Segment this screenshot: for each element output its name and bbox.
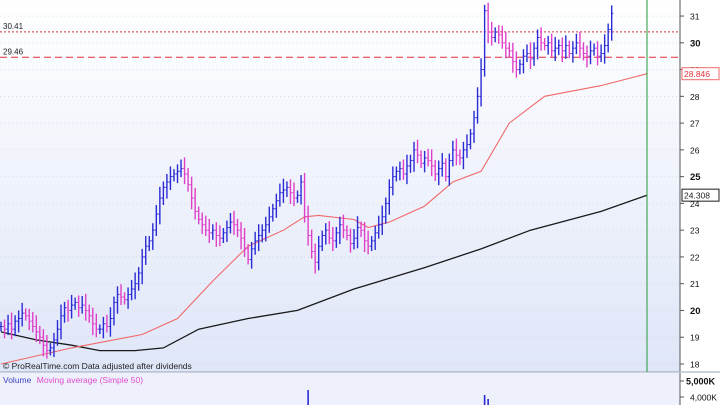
stock-chart: 30.4129.46 18192021222324252627282930312… — [0, 0, 720, 405]
axis-tick-label: 27 — [690, 119, 700, 129]
axis-tick-label: 20 — [690, 306, 701, 317]
volume-legend-ma: Moving average (Simple 50) — [37, 375, 143, 385]
price-panel-background — [0, 0, 680, 372]
chart-svg: 30.4129.46 18192021222324252627282930312… — [0, 0, 720, 405]
axis-tick-label: 26 — [690, 145, 700, 155]
price-tag-label: 28.846 — [684, 69, 710, 79]
volume-axis-label: 5,000K — [686, 377, 716, 387]
axis-tick-label: 28 — [690, 92, 700, 102]
axis-tick-label: 30 — [690, 38, 701, 49]
volume-axis-label: 4,000K — [690, 393, 717, 403]
source-note: © ProRealTime.com Data adjusted after di… — [3, 361, 192, 371]
volume-legend: Volume Moving average (Simple 50) — [3, 375, 143, 385]
axis-tick-label: 18 — [690, 359, 700, 369]
axis-tick-label: 21 — [690, 279, 700, 289]
reference-line-label: 30.41 — [3, 22, 24, 31]
axis-tick-label: 22 — [690, 252, 700, 262]
reference-line-label: 29.46 — [3, 47, 24, 56]
volume-legend-label: Volume — [3, 375, 32, 385]
axis-tick-label: 31 — [690, 12, 700, 22]
axis-tick-label: 23 — [690, 226, 700, 236]
axis-tick-label: 25 — [690, 172, 701, 183]
price-tag-label: 24.308 — [684, 191, 710, 201]
axis-tick-label: 19 — [690, 333, 700, 343]
